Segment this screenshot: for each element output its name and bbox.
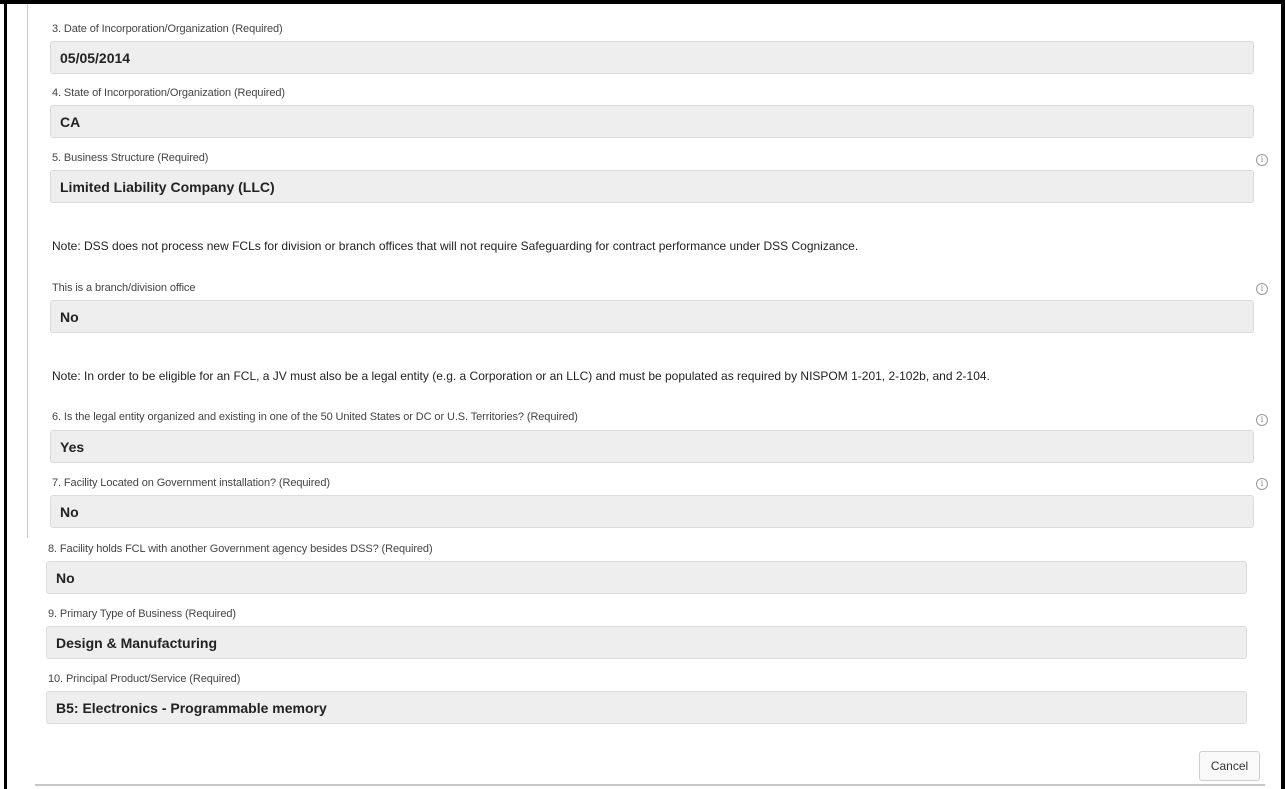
business-structure-label: 5. Business Structure (Required) — [52, 152, 209, 164]
cancel-button[interactable]: Cancel — [1199, 751, 1260, 781]
legal-entity-us-label: 6. Is the legal entity organized and exi… — [52, 411, 578, 423]
legal-entity-us-info-icon[interactable]: i — [1256, 414, 1268, 426]
state-of-incorporation-field[interactable]: CA — [50, 105, 1254, 138]
date-of-incorporation-field[interactable]: 05/05/2014 — [50, 41, 1254, 74]
primary-business-type-field[interactable]: Design & Manufacturing — [46, 626, 1247, 659]
government-installation-info-icon[interactable]: i — [1256, 478, 1268, 490]
government-installation-field[interactable]: No — [50, 495, 1254, 528]
note-branch-offices: Note: DSS does not process new FCLs for … — [52, 239, 859, 253]
state-of-incorporation-label: 4. State of Incorporation/Organization (… — [52, 87, 285, 99]
business-structure-info-icon[interactable]: i — [1256, 154, 1268, 166]
fcl-other-agency-field[interactable]: No — [46, 561, 1247, 594]
government-installation-label: 7. Facility Located on Government instal… — [52, 477, 330, 489]
frame-border-right — [1281, 0, 1285, 789]
frame-border-left — [4, 0, 7, 789]
legal-entity-us-field[interactable]: Yes — [50, 430, 1254, 463]
fcl-other-agency-label: 8. Facility holds FCL with another Gover… — [48, 543, 433, 555]
primary-business-type-label: 9. Primary Type of Business (Required) — [48, 608, 236, 620]
branch-division-label: This is a branch/division office — [52, 282, 196, 294]
branch-division-field[interactable]: No — [50, 300, 1254, 333]
note-jv-legal-entity: Note: In order to be eligible for an FCL… — [52, 369, 990, 383]
footer-divider — [35, 784, 1265, 786]
business-structure-field[interactable]: Limited Liability Company (LLC) — [50, 170, 1254, 203]
section-indent-line — [27, 4, 28, 538]
branch-division-info-icon[interactable]: i — [1256, 283, 1268, 295]
frame-border-top — [0, 0, 1285, 4]
principal-product-field[interactable]: B5: Electronics - Programmable memory — [46, 691, 1247, 724]
principal-product-label: 10. Principal Product/Service (Required) — [48, 673, 241, 685]
date-of-incorporation-label: 3. Date of Incorporation/Organization (R… — [52, 23, 283, 35]
